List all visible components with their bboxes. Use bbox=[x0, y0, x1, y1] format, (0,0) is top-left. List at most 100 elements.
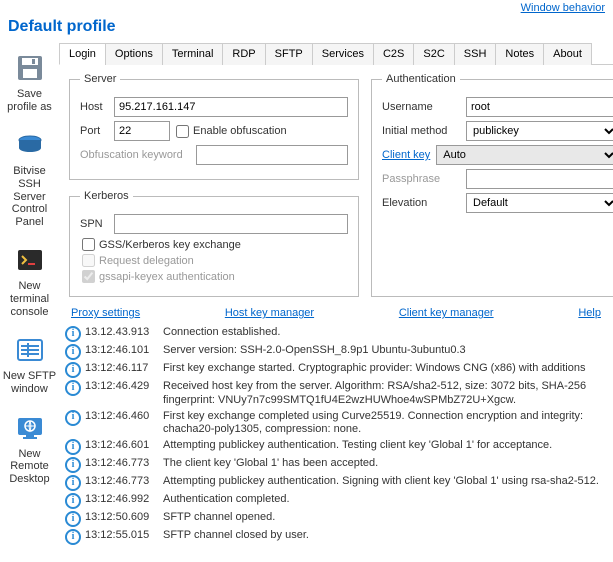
server-legend: Server bbox=[80, 73, 120, 85]
gss-checkbox[interactable]: GSS/Kerberos key exchange bbox=[82, 238, 348, 251]
port-label: Port bbox=[80, 125, 108, 137]
tab-options[interactable]: Options bbox=[105, 43, 163, 65]
info-icon: i bbox=[65, 326, 81, 342]
server-icon bbox=[14, 129, 46, 161]
spn-label: SPN bbox=[80, 218, 108, 230]
log-message: Attempting publickey authentication. Sig… bbox=[163, 475, 607, 489]
info-icon: i bbox=[65, 475, 81, 491]
log-panel[interactable]: i13.12.43.913Connection established.i13:… bbox=[59, 325, 613, 562]
log-message: SFTP channel opened. bbox=[163, 511, 607, 525]
info-icon: i bbox=[65, 493, 81, 509]
initial-method-select[interactable]: publickey bbox=[466, 121, 613, 141]
log-timestamp: 13:12:46.601 bbox=[85, 439, 163, 453]
log-timestamp: 13:12:50.609 bbox=[85, 511, 163, 525]
log-row: i13:12:46.101Server version: SSH-2.0-Ope… bbox=[63, 343, 609, 361]
obf-keyword-label: Obfuscation keyword bbox=[80, 149, 190, 161]
log-timestamp: 13:12:55.015 bbox=[85, 529, 163, 543]
log-row: i 13:12:46.429Received host key from the … bbox=[63, 379, 609, 409]
log-timestamp: 13.12.43.913 bbox=[85, 326, 163, 340]
terminal-icon bbox=[14, 244, 46, 276]
tab-services[interactable]: Services bbox=[312, 43, 374, 65]
log-message: Attempting publickey authentication. Tes… bbox=[163, 439, 607, 453]
help-link[interactable]: Help bbox=[578, 307, 601, 319]
obf-keyword-input bbox=[196, 145, 348, 165]
auth-group: Authentication Username Initial method p… bbox=[371, 73, 613, 297]
tab-ssh[interactable]: SSH bbox=[454, 43, 497, 65]
sidebar-item-label: New terminal console bbox=[2, 280, 57, 318]
elevation-label: Elevation bbox=[382, 197, 460, 209]
log-message: Received host key from the server. Algor… bbox=[163, 380, 607, 408]
log-message: SFTP channel closed by user. bbox=[163, 529, 607, 543]
log-timestamp: 13:12:46.773 bbox=[85, 475, 163, 489]
log-message: Authentication completed. bbox=[163, 493, 607, 507]
window-behavior-link[interactable]: Window behavior bbox=[521, 2, 605, 14]
sidebar: Save profile as Bitvise SSH Server Contr… bbox=[0, 42, 59, 562]
port-input[interactable] bbox=[114, 121, 170, 141]
sidebar-new-terminal[interactable]: New terminal console bbox=[0, 238, 59, 328]
tab-rdp[interactable]: RDP bbox=[222, 43, 265, 65]
host-label: Host bbox=[80, 101, 108, 113]
log-row: i13:12:46.117First key exchange started.… bbox=[63, 361, 609, 379]
log-timestamp: 13:12:46.101 bbox=[85, 344, 163, 358]
sidebar-item-label: New SFTP window bbox=[2, 370, 57, 395]
log-timestamp: 13:12:46.992 bbox=[85, 493, 163, 507]
tab-about[interactable]: About bbox=[543, 43, 592, 65]
tab-notes[interactable]: Notes bbox=[495, 43, 544, 65]
server-group: Server Host Port Enable obfuscation Obfu… bbox=[69, 73, 359, 180]
log-row: i 13:12:46.773Attempting publickey authen… bbox=[63, 474, 609, 492]
sidebar-item-label: Bitvise SSH Server Control Panel bbox=[2, 165, 57, 228]
log-row: i 13:12:46.460First key exchange complete… bbox=[63, 409, 609, 439]
elevation-select[interactable]: Default bbox=[466, 193, 613, 213]
request-delegation-checkbox: Request delegation bbox=[82, 254, 348, 267]
info-icon: i bbox=[65, 362, 81, 378]
sidebar-item-label: Save profile as bbox=[2, 88, 57, 113]
tab-c2s[interactable]: C2S bbox=[373, 43, 414, 65]
passphrase-label: Passphrase bbox=[382, 173, 460, 185]
info-icon: i bbox=[65, 380, 81, 396]
sidebar-new-sftp[interactable]: New SFTP window bbox=[0, 328, 59, 405]
info-icon: i bbox=[65, 457, 81, 473]
log-message: The client key 'Global 1' has been accep… bbox=[163, 457, 607, 471]
info-icon: i bbox=[65, 410, 81, 426]
save-icon bbox=[14, 52, 46, 84]
log-timestamp: 13:12:46.429 bbox=[85, 380, 163, 394]
username-label: Username bbox=[382, 101, 460, 113]
log-message: First key exchange completed using Curve… bbox=[163, 410, 607, 438]
kerberos-group: Kerberos SPN GSS/Kerberos key exchange R… bbox=[69, 190, 359, 297]
host-key-manager-link[interactable]: Host key manager bbox=[225, 307, 314, 319]
gssapi-keyex-checkbox: gssapi-keyex authentication bbox=[82, 270, 348, 283]
username-input[interactable] bbox=[466, 97, 613, 117]
log-timestamp: 13:12:46.773 bbox=[85, 457, 163, 471]
sidebar-new-remote-desktop[interactable]: New Remote Desktop bbox=[0, 406, 59, 496]
spn-input[interactable] bbox=[114, 214, 348, 234]
tab-sftp[interactable]: SFTP bbox=[265, 43, 313, 65]
tab-login[interactable]: Login bbox=[59, 43, 106, 65]
client-key-link[interactable]: Client key bbox=[382, 149, 430, 161]
tab-terminal[interactable]: Terminal bbox=[162, 43, 224, 65]
log-row: i 13.12.43.913Connection established. bbox=[63, 325, 609, 343]
sidebar-bitvise-panel[interactable]: Bitvise SSH Server Control Panel bbox=[0, 123, 59, 238]
tab-s2c[interactable]: S2C bbox=[413, 43, 454, 65]
sidebar-save-profile[interactable]: Save profile as bbox=[0, 46, 59, 123]
log-row: i 13:12:46.601Attempting publickey authen… bbox=[63, 438, 609, 456]
proxy-settings-link[interactable]: Proxy settings bbox=[71, 307, 140, 319]
enable-obfuscation-checkbox[interactable]: Enable obfuscation bbox=[176, 125, 287, 138]
log-row: i 13:12:50.609SFTP channel opened. bbox=[63, 510, 609, 528]
log-row: i 13:12:46.773The client key 'Global 1' h… bbox=[63, 456, 609, 474]
log-row: i 13:12:55.015SFTP channel closed by user… bbox=[63, 528, 609, 546]
host-input[interactable] bbox=[114, 97, 348, 117]
client-key-select[interactable]: Auto bbox=[436, 145, 613, 165]
kerberos-legend: Kerberos bbox=[80, 190, 133, 202]
log-row: i 13:12:46.992Authentication completed. bbox=[63, 492, 609, 510]
passphrase-input bbox=[466, 169, 613, 189]
info-icon: i bbox=[65, 439, 81, 455]
remote-desktop-icon bbox=[14, 412, 46, 444]
client-key-manager-link[interactable]: Client key manager bbox=[399, 307, 494, 319]
log-timestamp: 13:12:46.117 bbox=[85, 362, 163, 376]
info-icon: i bbox=[65, 529, 81, 545]
tab-bar: LoginOptionsTerminalRDPSFTPServicesC2SS2… bbox=[59, 42, 613, 65]
log-timestamp: 13:12:46.460 bbox=[85, 410, 163, 424]
log-message: Connection established. bbox=[163, 326, 607, 340]
auth-legend: Authentication bbox=[382, 73, 460, 85]
info-icon: i bbox=[65, 511, 81, 527]
